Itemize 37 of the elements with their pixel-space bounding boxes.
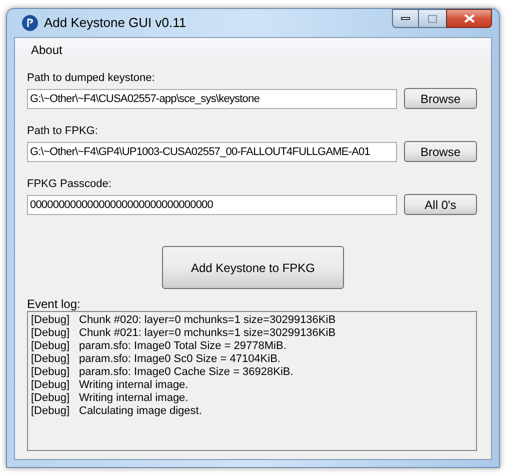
log-tag: [Debug]: [31, 366, 79, 379]
log-tag: [Debug]: [31, 379, 79, 392]
event-log-list[interactable]: [27, 311, 477, 451]
log-message: Chunk #021: layer=0 mchunks=1 size=30299136KiB: [79, 327, 336, 340]
text-field[interactable]: G:\~Other\~F4\CUSA02557-app\sce_sys\keystone: [27, 88, 397, 108]
log-message: param.sfo: Image0 Cache Size = 36928KiB.: [79, 366, 294, 379]
action-button[interactable]: Browse: [404, 141, 477, 162]
log-message: Chunk #020: layer=0 mchunks=1 size=30299136KiB: [79, 314, 336, 327]
close-button[interactable]: [446, 9, 492, 28]
log-tag: [Debug]: [31, 314, 79, 327]
field-label: Path to dumped keystone:: [27, 71, 156, 85]
log-message: Writing internal image.: [79, 392, 188, 405]
log-message: Calculating image digest.: [79, 405, 202, 418]
action-button[interactable]: Browse: [404, 88, 477, 109]
log-message: param.sfo: Image0 Total Size = 29778MiB.: [79, 340, 286, 353]
maximize-icon: [428, 14, 437, 22]
maximize-button[interactable]: [419, 9, 446, 28]
text-field[interactable]: G:\~Other\~F4\GP4\UP1003-CUSA02557_00-FALLOUT4FULLGAME-A01: [27, 142, 397, 162]
action-button[interactable]: All 0's: [404, 194, 477, 215]
add-keystone-button[interactable]: Add Keystone to FPKG: [162, 246, 344, 289]
menu-item[interactable]: About: [23, 40, 70, 58]
text-field[interactable]: 00000000000000000000000000000000: [27, 194, 397, 214]
minimize-button[interactable]: [392, 9, 419, 28]
app-logo-icon: [22, 15, 38, 31]
log-message: param.sfo: Image0 Sc0 Size = 47104KiB.: [79, 353, 280, 366]
minimize-icon: [401, 17, 410, 20]
log-message: Writing internal image.: [79, 379, 188, 392]
log-tag: [Debug]: [31, 340, 79, 353]
close-icon: [464, 14, 474, 23]
log-tag: [Debug]: [31, 392, 79, 405]
field-label: FPKG Passcode:: [27, 177, 112, 191]
window-title: Add Keystone GUI v0.11: [44, 14, 186, 32]
log-tag: [Debug]: [31, 405, 79, 418]
field-label: Path to FPKG:: [27, 124, 99, 138]
log-tag: [Debug]: [31, 353, 79, 366]
log-tag: [Debug]: [31, 327, 79, 340]
event-log-label: Event log:: [27, 297, 82, 311]
